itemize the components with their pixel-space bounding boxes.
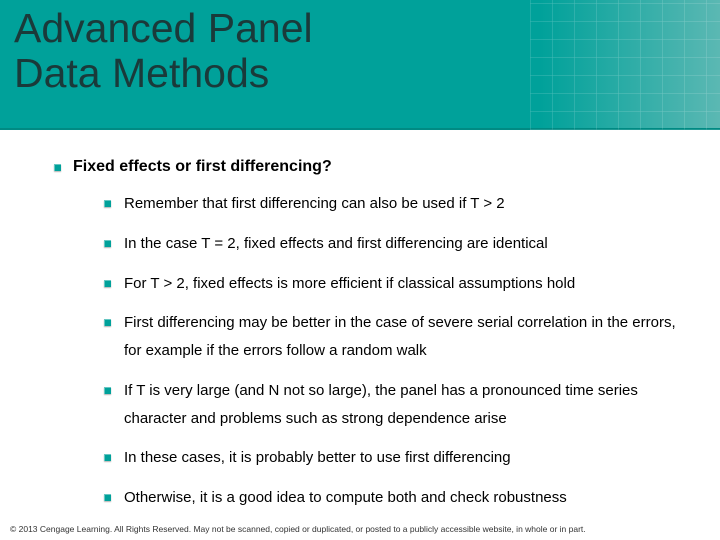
bullet-icon xyxy=(104,387,111,394)
slide-header: Advanced Panel Data Methods xyxy=(0,0,720,130)
item-text: For T > 2, fixed effects is more efficie… xyxy=(124,270,575,298)
bullet-icon xyxy=(104,200,111,207)
item-text: In the case T = 2, fixed effects and fir… xyxy=(124,230,548,258)
list-item: If T is very large (and N not so large),… xyxy=(104,377,686,433)
bullet-icon xyxy=(104,494,111,501)
item-text: First differencing may be better in the … xyxy=(124,309,686,365)
title-line-2: Data Methods xyxy=(14,50,269,96)
list-item: In the case T = 2, fixed effects and fir… xyxy=(104,230,686,258)
heading-row: Fixed effects or first differencing? xyxy=(54,158,686,176)
list-item: First differencing may be better in the … xyxy=(104,309,686,365)
item-text: In these cases, it is probably better to… xyxy=(124,444,511,472)
slide-content: Fixed effects or first differencing? Rem… xyxy=(0,130,720,512)
list-item: Remember that first differencing can als… xyxy=(104,190,686,218)
section-heading: Fixed effects or first differencing? xyxy=(73,158,332,176)
list-item: Otherwise, it is a good idea to compute … xyxy=(104,484,686,512)
header-decoration xyxy=(530,0,720,130)
list-item: In these cases, it is probably better to… xyxy=(104,444,686,472)
bullet-icon xyxy=(54,164,61,171)
bullet-list: Remember that first differencing can als… xyxy=(54,190,686,512)
item-text: Otherwise, it is a good idea to compute … xyxy=(124,484,567,512)
item-text: Remember that first differencing can als… xyxy=(124,190,505,218)
item-text: If T is very large (and N not so large),… xyxy=(124,377,686,433)
list-item: For T > 2, fixed effects is more efficie… xyxy=(104,270,686,298)
bullet-icon xyxy=(104,319,111,326)
bullet-icon xyxy=(104,240,111,247)
copyright-footer: © 2013 Cengage Learning. All Rights Rese… xyxy=(10,524,710,534)
bullet-icon xyxy=(104,454,111,461)
title-line-1: Advanced Panel xyxy=(14,5,313,51)
bullet-icon xyxy=(104,280,111,287)
slide-title: Advanced Panel Data Methods xyxy=(14,6,313,96)
